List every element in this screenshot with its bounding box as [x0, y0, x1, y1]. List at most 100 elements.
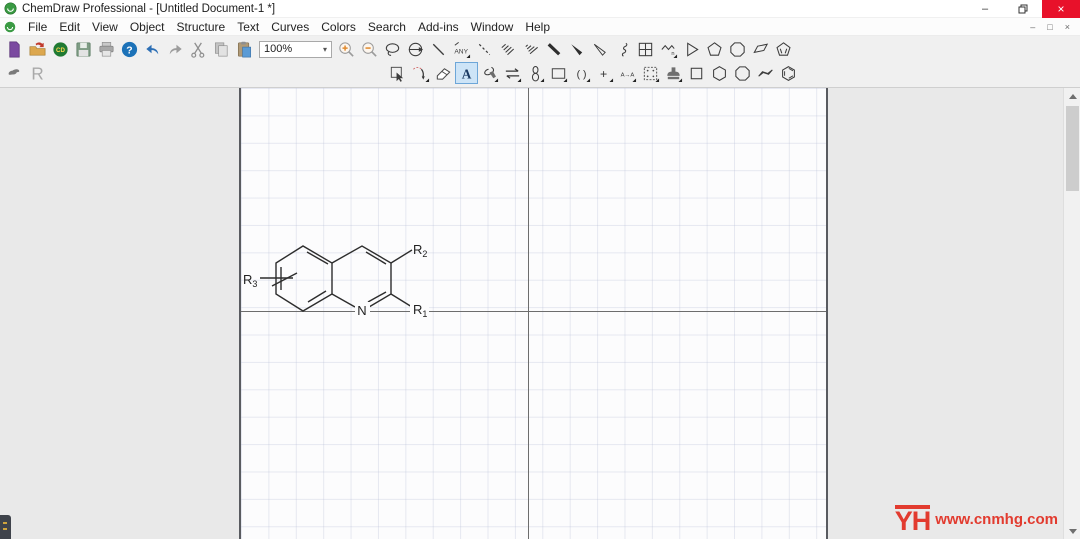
toolbar-row-2: R A ( ) + A→A: [0, 61, 1080, 85]
redo-icon[interactable]: [164, 38, 187, 60]
paste-icon[interactable]: [233, 38, 256, 60]
r2-label: R2: [413, 242, 427, 259]
close-button[interactable]: ×: [1042, 0, 1080, 18]
save-icon[interactable]: [72, 38, 95, 60]
atom-map-tool-icon[interactable]: A→A: [616, 62, 639, 84]
cyclooctane-ring-icon[interactable]: [726, 38, 749, 60]
plus-tool-icon[interactable]: +: [593, 62, 616, 84]
minimize-button[interactable]: –: [966, 0, 1004, 18]
text-tool-icon[interactable]: A: [455, 62, 478, 84]
cut-icon[interactable]: [187, 38, 210, 60]
drawing-box-icon[interactable]: [547, 62, 570, 84]
pen-tool-icon[interactable]: [478, 62, 501, 84]
menu-window[interactable]: Window: [465, 20, 520, 34]
menu-colors[interactable]: Colors: [315, 20, 362, 34]
menu-edit[interactable]: Edit: [53, 20, 86, 34]
help-icon[interactable]: ?: [118, 38, 141, 60]
cyclopentane-ring-icon[interactable]: [703, 38, 726, 60]
zoom-level-value: 100%: [264, 43, 293, 55]
menu-file[interactable]: File: [22, 20, 53, 34]
chemdraw-cloud-icon[interactable]: CD: [49, 38, 72, 60]
hashed-bond-icon[interactable]: [496, 38, 519, 60]
toolbar-area: CD? 100% ▾ ANY n R A ( ) + A→A: [0, 36, 1080, 88]
r-group-icon[interactable]: R: [26, 62, 49, 84]
window-title: ChemDraw Professional - [Untitled Docume…: [22, 2, 276, 15]
mdi-close-button[interactable]: ×: [1065, 18, 1070, 36]
stamp-tool-icon[interactable]: [662, 62, 685, 84]
watermark-logo: YH: [894, 505, 931, 537]
arrow-up-icon: [1068, 93, 1077, 99]
mdi-minimize-button[interactable]: –: [1030, 18, 1035, 36]
r3-label: R3: [243, 272, 257, 289]
scroll-down-button[interactable]: [1064, 523, 1080, 539]
open-folder-icon[interactable]: [26, 38, 49, 60]
cyclooctane-ring-2-icon[interactable]: [731, 62, 754, 84]
title-bar: ChemDraw Professional - [Untitled Docume…: [0, 0, 1080, 18]
table-icon[interactable]: [634, 38, 657, 60]
template-table-icon[interactable]: [639, 62, 662, 84]
menu-curves[interactable]: Curves: [265, 20, 315, 34]
chemical-structure[interactable]: N R2 R1 R3: [0, 88, 1080, 539]
menu-text[interactable]: Text: [231, 20, 265, 34]
watermark: YH www.cnmhg.com: [894, 505, 1058, 537]
restore-icon: [1018, 4, 1028, 13]
variable-ring-icon[interactable]: [749, 38, 772, 60]
document-icon: [4, 21, 16, 32]
hashed-wedge-bond-icon[interactable]: [519, 38, 542, 60]
svg-text:+: +: [600, 66, 607, 80]
arrow-tool-icon[interactable]: [501, 62, 524, 84]
marquee-select-icon[interactable]: [386, 62, 409, 84]
menu-help[interactable]: Help: [519, 20, 556, 34]
watermark-url: www.cnmhg.com: [935, 510, 1058, 528]
rotate-tool-icon[interactable]: [404, 38, 427, 60]
bold-bond-icon[interactable]: [542, 38, 565, 60]
menu-structure[interactable]: Structure: [171, 20, 232, 34]
scrollbar-thumb[interactable]: [1066, 106, 1079, 191]
zoom-level-dropdown[interactable]: 100% ▾: [259, 40, 332, 58]
drawing-canvas[interactable]: N R2 R1 R3 YH www.cnmhg.com: [0, 88, 1080, 539]
menu-search[interactable]: Search: [362, 20, 412, 34]
mdi-window-controls: – □ ×: [1030, 18, 1080, 36]
chair-ring-icon[interactable]: [754, 62, 777, 84]
eraser-icon[interactable]: [432, 62, 455, 84]
repeat-unit-icon[interactable]: n: [657, 38, 680, 60]
ink-tool-icon[interactable]: [3, 62, 26, 84]
hollow-wedge-bond-icon[interactable]: [588, 38, 611, 60]
print-icon[interactable]: [95, 38, 118, 60]
arrow-down-icon: [1068, 528, 1077, 534]
toolbar-row-1: CD? 100% ▾ ANY n: [0, 37, 1080, 61]
lasso-select-icon[interactable]: [381, 38, 404, 60]
wavy-bond-icon[interactable]: [611, 38, 634, 60]
svg-text:ANY: ANY: [454, 48, 468, 55]
vertical-scrollbar[interactable]: [1063, 88, 1080, 539]
undo-icon[interactable]: [141, 38, 164, 60]
cyclopentadiene-ring-icon[interactable]: [772, 38, 795, 60]
benzene-ring-icon[interactable]: [777, 62, 800, 84]
wedge-bond-icon[interactable]: [565, 38, 588, 60]
zoom-out-icon[interactable]: [358, 38, 381, 60]
menu-view[interactable]: View: [86, 20, 124, 34]
cyclohexane-ring-icon[interactable]: [708, 62, 731, 84]
curve-tool-icon[interactable]: [409, 62, 432, 84]
nitrogen-atom-label: N: [357, 303, 366, 318]
scroll-up-button[interactable]: [1064, 88, 1080, 104]
orbital-tool-icon[interactable]: [524, 62, 547, 84]
copy-icon[interactable]: [210, 38, 233, 60]
chevron-down-icon: ▾: [322, 44, 327, 54]
restore-button[interactable]: [1004, 0, 1042, 18]
menu-bar: File Edit View Object Structure Text Curves Col…: [0, 18, 1080, 36]
menu-addins[interactable]: Add-ins: [412, 20, 465, 34]
brackets-tool-icon[interactable]: ( ): [570, 62, 593, 84]
cyclobutane-ring-icon[interactable]: [685, 62, 708, 84]
menu-object[interactable]: Object: [124, 20, 171, 34]
mdi-restore-button[interactable]: □: [1047, 18, 1052, 36]
new-document-icon[interactable]: [3, 38, 26, 60]
zoom-in-icon[interactable]: [335, 38, 358, 60]
any-bond-icon[interactable]: ANY: [450, 38, 473, 60]
solid-bond-icon[interactable]: [427, 38, 450, 60]
cyclopropane-ring-icon[interactable]: [680, 38, 703, 60]
dashed-bond-icon[interactable]: [473, 38, 496, 60]
svg-text:A: A: [462, 66, 472, 81]
svg-text:A→A: A→A: [621, 72, 635, 78]
svg-text:n: n: [671, 51, 674, 57]
